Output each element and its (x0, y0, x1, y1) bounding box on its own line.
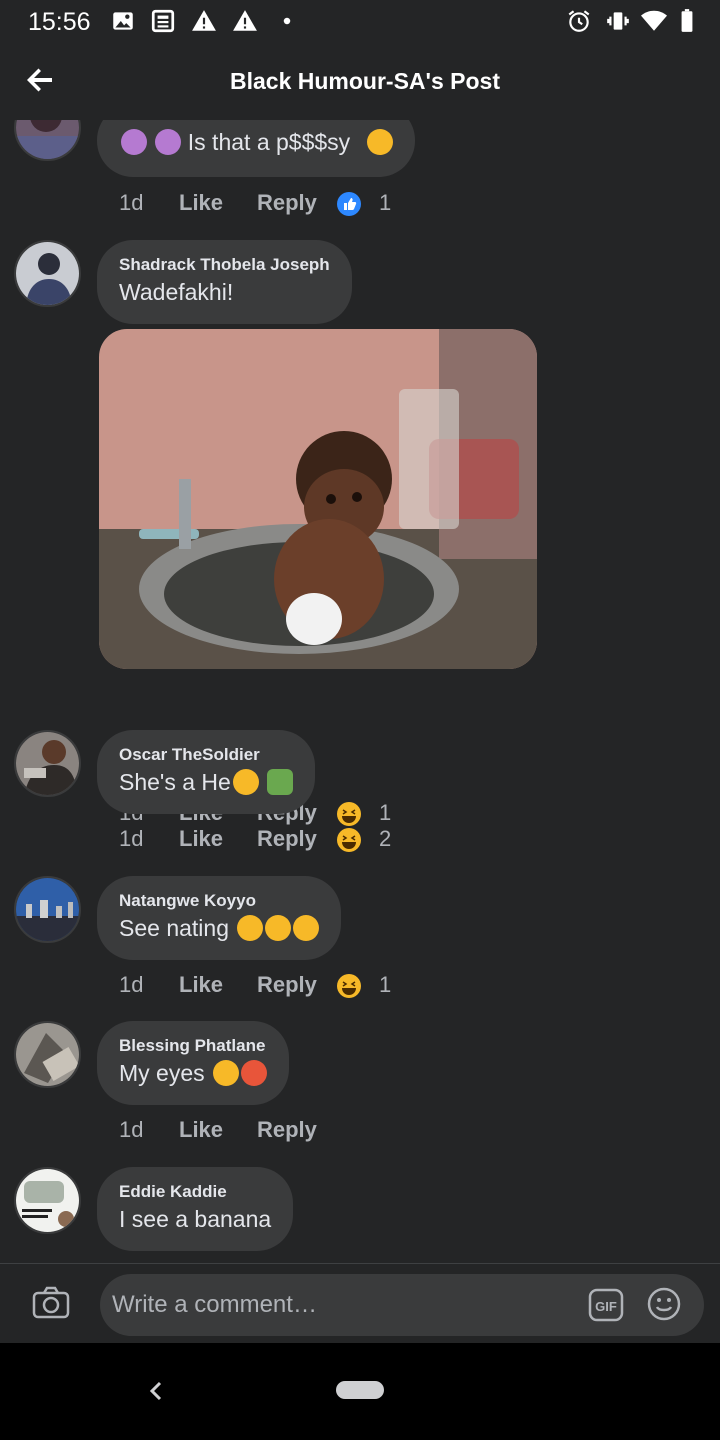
tears-of-joy-emoji-icon (293, 915, 320, 941)
comment-time: 1d (119, 1117, 144, 1142)
comment-time: 1d (119, 190, 144, 215)
camera-button[interactable] (30, 1284, 72, 1324)
thinking-emoji-icon (232, 769, 259, 795)
person-emoji-icon (121, 129, 147, 155)
page-title: Black Humour-SA's Post (229, 68, 501, 94)
avatar[interactable] (14, 730, 81, 797)
tears-of-joy-emoji-icon (265, 915, 292, 941)
avatar[interactable] (14, 876, 81, 943)
comment-bubble[interactable]: Shadrack Thobela Joseph Wadefakhi! (97, 240, 352, 324)
astonished-emoji-icon (366, 129, 393, 155)
warning-icon (192, 10, 216, 31)
comment-author: Eddie Kaddie (119, 1182, 227, 1201)
comment-text: She's a He (119, 769, 231, 795)
comment-author: Shadrack Thobela Joseph (119, 255, 330, 274)
comment-photo[interactable] (99, 329, 537, 669)
comment-text: Is that a p$$$sy (187, 129, 351, 155)
wifi-icon (641, 10, 667, 31)
reaction-count: 1 (379, 972, 392, 997)
warning-icon (233, 10, 257, 31)
avatar[interactable] (14, 120, 81, 161)
collision-emoji-icon (241, 1060, 268, 1086)
comment-time: 1d (119, 972, 144, 997)
comment-bubble[interactable]: Eddie Kaddie I see a banana (97, 1167, 294, 1251)
avatar[interactable] (14, 1167, 81, 1234)
comment-text: My eyes (119, 1060, 205, 1086)
dot-icon (283, 17, 291, 25)
app-bar: Black Humour-SA's Post (0, 44, 720, 120)
status-time: 15:56 (28, 8, 91, 36)
smiley-icon (647, 1287, 681, 1321)
man-facepalming-emoji-icon (267, 769, 294, 795)
like-button[interactable]: Like (179, 972, 223, 998)
reply-button[interactable]: Reply (257, 972, 317, 998)
like-button[interactable]: Like (179, 190, 223, 216)
haha-reaction-icon[interactable] (337, 828, 361, 852)
battery-icon (681, 9, 693, 32)
status-bar: 15:56 (0, 0, 720, 44)
comment-bubble[interactable]: Oscar TheSoldier She's a He (97, 730, 316, 814)
person-emoji-icon (155, 129, 182, 155)
svg-text:GIF: GIF (595, 1299, 617, 1314)
like-reaction-icon[interactable] (337, 192, 361, 216)
nav-back-button[interactable] (140, 1373, 170, 1409)
reply-button[interactable]: Reply (257, 190, 317, 216)
reply-button[interactable]: Reply (257, 1117, 317, 1143)
comment-author: Blessing Phatlane (119, 1036, 266, 1055)
comment-text: Wadefakhi! (119, 279, 234, 305)
comment-composer: GIF (0, 1263, 720, 1343)
gif-icon: GIF (588, 1288, 624, 1322)
news-icon (151, 9, 175, 33)
emoji-button[interactable] (646, 1286, 682, 1322)
comment-list[interactable]: Is that a p$$$sy 1d Like Reply 1 Shadrac… (0, 120, 720, 1263)
home-pill-icon[interactable] (336, 1381, 384, 1399)
reaction-count: 2 (379, 826, 392, 851)
image-icon (113, 12, 133, 30)
system-nav-bar (0, 1343, 720, 1440)
avatar[interactable] (14, 240, 81, 307)
reply-button[interactable]: Reply (257, 826, 317, 852)
comment-bubble[interactable]: Natangwe Koyyo See nating (97, 876, 342, 960)
comment-text: See nating (119, 915, 229, 941)
reaction-count: 1 (379, 800, 392, 825)
comment-author: Natangwe Koyyo (119, 891, 256, 910)
reaction-count: 1 (379, 190, 392, 215)
camera-icon (32, 1286, 70, 1319)
crying-emoji-icon (213, 1060, 240, 1086)
gif-button[interactable]: GIF (588, 1288, 624, 1322)
avatar[interactable] (14, 1021, 81, 1088)
comment-bubble[interactable]: Blessing Phatlane My eyes (97, 1021, 290, 1105)
alarm-icon (568, 10, 590, 32)
tears-of-joy-emoji-icon (237, 915, 264, 941)
comment-time: 1d (119, 826, 144, 851)
comment-author: Oscar TheSoldier (119, 745, 260, 764)
like-button[interactable]: Like (179, 1117, 223, 1143)
comment-bubble[interactable]: Is that a p$$$sy (97, 120, 415, 177)
haha-reaction-icon[interactable] (337, 802, 361, 826)
nav-back-icon (149, 1381, 162, 1401)
like-button[interactable]: Like (179, 826, 223, 852)
comment-text: I see a banana (119, 1206, 272, 1232)
haha-reaction-icon[interactable] (337, 974, 361, 998)
vibrate-icon (607, 12, 629, 30)
